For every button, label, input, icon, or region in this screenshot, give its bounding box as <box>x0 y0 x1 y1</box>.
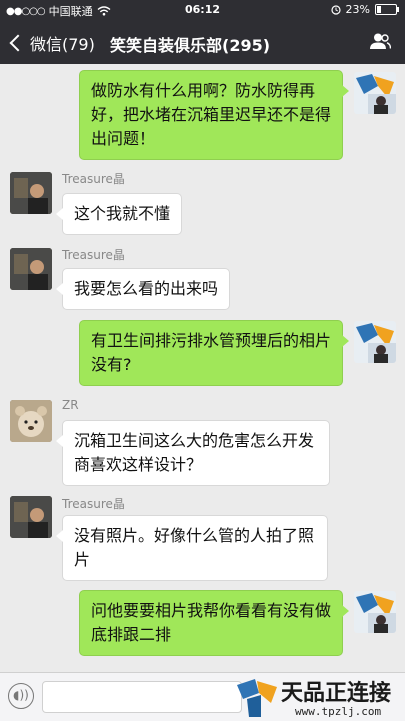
battery-percent: 23% <box>345 3 370 16</box>
my-avatar[interactable] <box>354 72 396 114</box>
message-input[interactable] <box>42 681 242 713</box>
watermark-text: 天品正连接 <box>281 681 392 706</box>
sender-name: Treasure晶 <box>62 497 125 511</box>
back-label: 微信(79) <box>30 35 95 54</box>
sender-avatar-treasure[interactable] <box>10 172 52 214</box>
status-right: 23% <box>330 3 399 16</box>
message-bubble-incoming[interactable]: 没有照片。好像什么管的人拍了照片 <box>56 515 328 581</box>
my-avatar[interactable] <box>354 321 396 363</box>
sender-name: Treasure晶 <box>62 248 125 262</box>
sender-avatar-treasure[interactable] <box>10 248 52 290</box>
message-bubble-incoming[interactable]: 我要怎么看的出来吗 <box>55 268 231 310</box>
chat-header: 微信(79) 笑笑自装俱乐部(295) <box>0 20 405 64</box>
watermark: 天品正连接 www.tpzlj.com <box>237 675 399 721</box>
watermark-logo-icon <box>237 679 277 717</box>
message-bubble-incoming[interactable]: 沉箱卫生间这么大的危害怎么开发商喜欢这样设计？ <box>56 420 330 486</box>
avatar-logo-icon <box>356 323 396 363</box>
chat-area[interactable]: 做防水有什么用啊？防水防得再好，把水堵在沉箱里迟早还不是得出问题！ Treasu… <box>0 64 405 672</box>
message-bubble-outgoing[interactable]: 做防水有什么用啊？防水防得再好，把水堵在沉箱里迟早还不是得出问题！ <box>79 70 349 160</box>
chat-title: 笑笑自装俱乐部(295) <box>110 36 271 55</box>
input-bar: ◖)) 天品正连接 www.tpzlj.com <box>0 672 405 721</box>
avatar-teddy-icon <box>10 400 52 442</box>
sender-name: Treasure晶 <box>62 172 125 186</box>
my-avatar[interactable] <box>354 591 396 633</box>
avatar-photo-icon <box>10 496 52 538</box>
back-button[interactable]: 微信(79) <box>8 31 95 55</box>
sender-name: ZR <box>62 398 79 412</box>
message-bubble-outgoing[interactable]: 问他要要相片我帮你看看有没有做底排跟二排 <box>79 590 349 656</box>
status-bar: ●●○○○ 中国联通 06:12 23% <box>0 0 405 20</box>
sender-avatar-treasure[interactable] <box>10 496 52 538</box>
chevron-left-icon <box>9 34 27 52</box>
sender-avatar-zr[interactable] <box>10 400 52 442</box>
battery-icon <box>375 4 399 15</box>
avatar-logo-icon <box>356 74 396 114</box>
avatar-photo-icon <box>10 248 52 290</box>
watermark-url: www.tpzlj.com <box>295 705 382 718</box>
message-bubble-outgoing[interactable]: 有卫生间排污排水管预埋后的相片没有? <box>79 320 349 386</box>
people-icon[interactable] <box>369 32 391 50</box>
avatar-photo-icon <box>10 172 52 214</box>
message-bubble-incoming[interactable]: 这个我就不懂 <box>55 193 183 235</box>
alarm-icon <box>330 4 341 15</box>
voice-icon[interactable]: ◖)) <box>8 683 34 709</box>
avatar-logo-icon <box>356 593 396 633</box>
